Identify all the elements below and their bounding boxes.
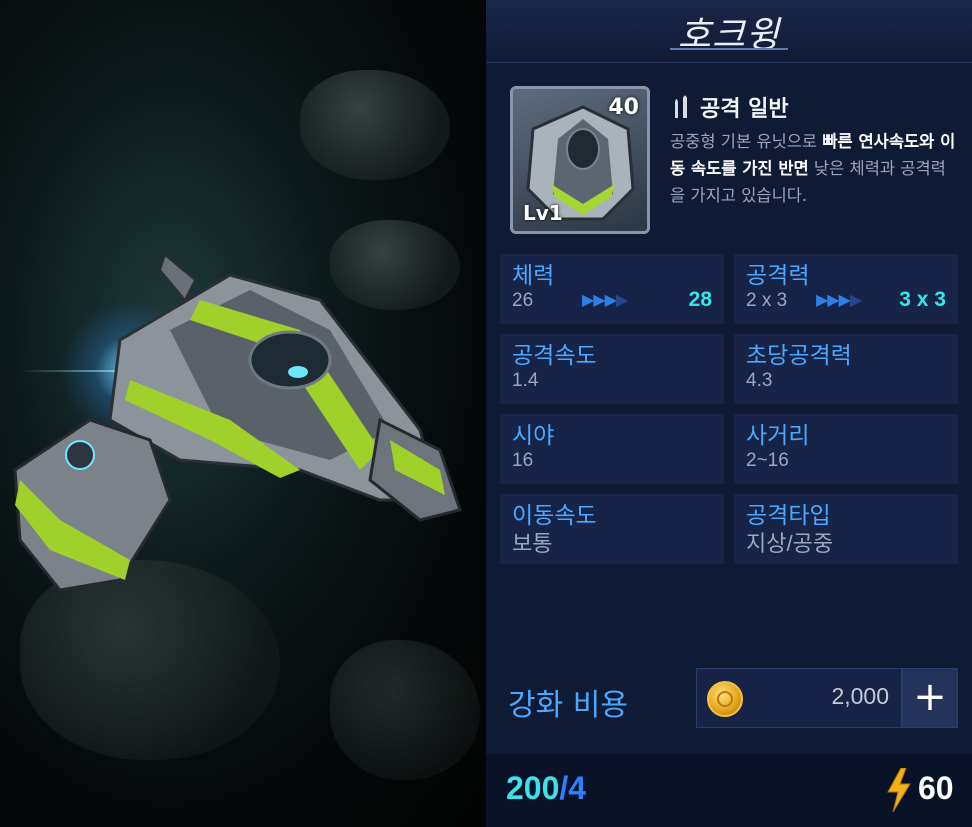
title-bar: 호크윙 [486, 0, 972, 63]
unit-count-badge: 40 [608, 95, 639, 120]
description-part: 공중형 기본 유닛으로 [670, 132, 823, 151]
resource-bar: 200/4 60 [486, 754, 972, 827]
lightning-icon [887, 768, 911, 812]
stat-value: 2~16 [746, 450, 789, 471]
energy-value: 60 [918, 770, 954, 806]
stat-next-value: 3 x 3 [899, 288, 946, 311]
spaceship-illustration [13, 253, 462, 592]
title-underline [670, 48, 788, 50]
unit-portrait: 40 Lv1 [510, 86, 650, 234]
supply-counter: 200/4 [506, 770, 586, 807]
stat-value: 2 x 3 [746, 290, 788, 311]
unit-description: 공중형 기본 유닛으로 빠른 연사속도와 이동 속도를 가진 반면 낮은 체력과… [670, 128, 956, 209]
stat-value: 16 [512, 450, 534, 471]
upgrade-arrows-icon: ▶▶▶▶ [582, 290, 628, 309]
stat-label: 체력 [512, 263, 555, 289]
upgrade-cost-box: 2,000 [696, 668, 902, 728]
stat-next-value: 28 [688, 288, 712, 311]
gold-coin-icon [707, 681, 743, 717]
stat-sight: 시야 16 [500, 414, 724, 484]
unit-artwork [0, 0, 486, 827]
stat-label: 시야 [512, 423, 555, 449]
stat-attack: 공격력 2 x 3 ▶▶▶▶ 3 x 3 [734, 254, 958, 324]
stat-value: 26 [512, 290, 534, 311]
unit-name: 호크윙 [677, 15, 781, 56]
info-panel: 호크윙 40 Lv1 공격 일반 공중형 기본 유닛으로 빠른 연사속도와 이동… [486, 0, 972, 827]
stat-label: 사거리 [746, 423, 810, 449]
stat-value: 보통 [512, 531, 553, 556]
stat-value: 1.4 [512, 370, 539, 391]
bullet-icon [675, 95, 687, 118]
attack-type-title: 공격 일반 [700, 97, 789, 122]
stat-attack-type: 공격타입 지상/공중 [734, 494, 958, 564]
upgrade-cost-label: 강화 비용 [508, 688, 628, 723]
stat-value: 지상/공중 [746, 531, 834, 556]
stat-range: 사거리 2~16 [734, 414, 958, 484]
supply-separator: / [559, 770, 569, 806]
stat-value: 4.3 [746, 370, 773, 391]
plus-icon: + [913, 674, 947, 720]
supply-current: 200 [506, 770, 560, 806]
unit-info-screen: 호크윙 40 Lv1 공격 일반 공중형 기본 유닛으로 빠른 연사속도와 이동… [0, 0, 972, 827]
stat-hp: 체력 26 ▶▶▶▶ 28 [500, 254, 724, 324]
stat-dps: 초당공격력 4.3 [734, 334, 958, 404]
stat-label: 공격력 [746, 263, 810, 289]
stat-label: 초당공격력 [746, 343, 852, 369]
unit-level: Lv1 [523, 201, 563, 225]
stat-label: 공격속도 [512, 343, 597, 369]
stat-attack-speed: 공격속도 1.4 [500, 334, 724, 404]
supply-cost: 4 [568, 770, 587, 806]
stat-label: 공격타입 [746, 503, 831, 529]
upgrade-arrows-icon: ▶▶▶▶ [816, 290, 862, 309]
stat-move-speed: 이동속도 보통 [500, 494, 724, 564]
upgrade-cost-value: 2,000 [831, 683, 889, 709]
stat-label: 이동속도 [512, 503, 597, 529]
upgrade-plus-button[interactable]: + [902, 668, 958, 728]
